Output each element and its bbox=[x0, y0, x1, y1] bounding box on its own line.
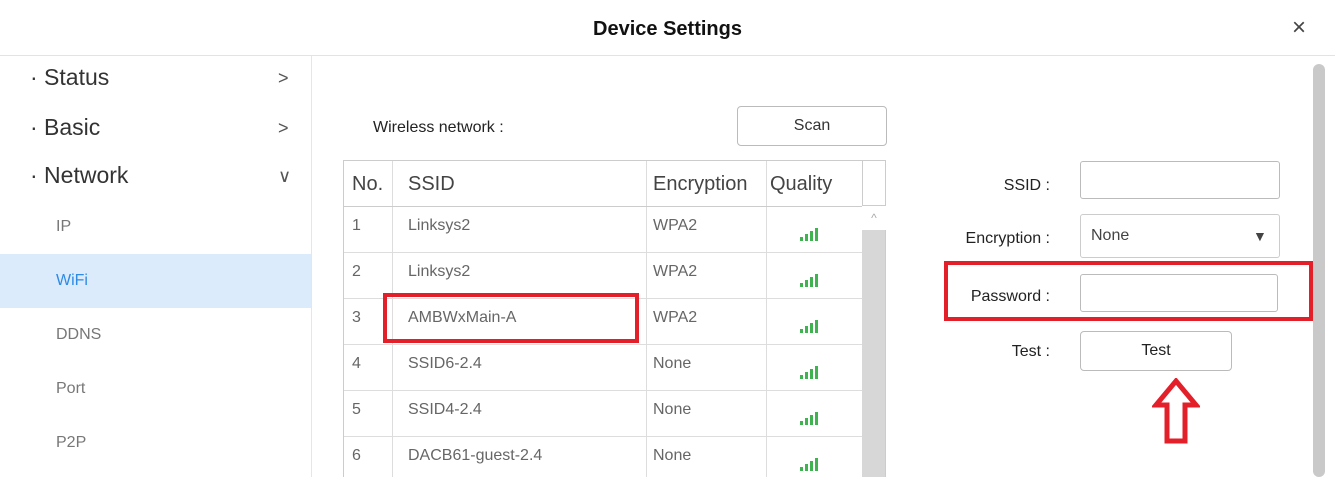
row-ssid: SSID6-2.4 bbox=[408, 355, 482, 372]
row-encryption: WPA2 bbox=[653, 263, 698, 280]
title-bar: Device Settings × bbox=[0, 0, 1335, 56]
highlight-box-password bbox=[944, 261, 1313, 321]
table-header-spacer bbox=[862, 160, 886, 206]
row-encryption: None bbox=[653, 401, 692, 418]
signal-strength-icon bbox=[800, 455, 822, 471]
ssid-input[interactable] bbox=[1080, 161, 1280, 199]
signal-strength-icon bbox=[800, 363, 822, 379]
test-label: Test : bbox=[1011, 343, 1050, 360]
row-encryption: WPA2 bbox=[653, 217, 698, 234]
sidebar-item-ip[interactable]: IP bbox=[0, 200, 311, 254]
sidebar-item-port[interactable]: Port bbox=[0, 362, 311, 416]
table-row[interactable]: 4 SSID6-2.4 None bbox=[344, 345, 862, 391]
row-encryption: None bbox=[653, 355, 692, 372]
scan-button[interactable]: Scan bbox=[737, 106, 887, 146]
row-encryption: None bbox=[653, 447, 692, 464]
encryption-label: Encryption : bbox=[965, 230, 1050, 247]
table-header: No. SSID Encryption Quality bbox=[344, 161, 862, 207]
row-number: 6 bbox=[352, 447, 361, 464]
table-scrollbar[interactable] bbox=[862, 206, 886, 477]
signal-strength-icon bbox=[800, 271, 822, 287]
sidebar-menu-basic[interactable]: · Basic bbox=[30, 114, 100, 141]
table-row[interactable]: 5 SSID4-2.4 None bbox=[344, 391, 862, 437]
ssid-label: SSID : bbox=[1003, 177, 1050, 194]
dialog-title: Device Settings bbox=[593, 18, 742, 40]
row-number: 5 bbox=[352, 401, 361, 418]
row-ssid: DACB61-guest-2.4 bbox=[408, 447, 543, 464]
sidebar-item-ddns[interactable]: DDNS bbox=[0, 308, 311, 362]
sidebar: · Status > · Basic > · Network ∨ IP WiFi… bbox=[0, 56, 312, 477]
close-icon[interactable]: × bbox=[1292, 16, 1306, 40]
signal-strength-icon bbox=[800, 409, 822, 425]
row-ssid: Linksys2 bbox=[408, 217, 471, 234]
signal-strength-icon bbox=[800, 225, 822, 241]
encryption-selected-value: None bbox=[1091, 227, 1130, 244]
table-row[interactable]: 6 DACB61-guest-2.4 None bbox=[344, 437, 862, 477]
highlight-box-ssid bbox=[383, 293, 639, 343]
column-header-no: No. bbox=[352, 173, 384, 195]
row-number: 1 bbox=[352, 217, 361, 234]
test-button[interactable]: Test bbox=[1080, 331, 1232, 371]
chevron-right-icon: > bbox=[278, 118, 289, 138]
up-arrow-icon bbox=[1152, 378, 1200, 444]
table-row[interactable]: 1 Linksys2 WPA2 bbox=[344, 207, 862, 253]
wireless-network-label: Wireless network : bbox=[373, 119, 504, 136]
sidebar-menu-network[interactable]: · Network bbox=[30, 162, 128, 189]
dropdown-arrow-icon: ▼ bbox=[1253, 228, 1267, 244]
chevron-right-icon: > bbox=[278, 68, 289, 88]
row-ssid: Linksys2 bbox=[408, 263, 471, 280]
row-number: 4 bbox=[352, 355, 361, 372]
sidebar-menu-status[interactable]: · Status bbox=[30, 64, 109, 91]
scroll-up-icon[interactable]: ^ bbox=[862, 206, 886, 230]
row-number: 2 bbox=[352, 263, 361, 280]
row-number: 3 bbox=[352, 309, 361, 326]
signal-strength-icon bbox=[800, 317, 822, 333]
encryption-select[interactable]: None ▼ bbox=[1080, 214, 1280, 258]
column-header-ssid: SSID bbox=[408, 173, 455, 195]
column-header-quality: Quality bbox=[770, 173, 833, 195]
dialog-scrollbar[interactable] bbox=[1313, 64, 1325, 477]
chevron-down-icon: ∨ bbox=[278, 166, 292, 186]
row-encryption: WPA2 bbox=[653, 309, 698, 326]
sidebar-item-wifi[interactable]: WiFi bbox=[0, 254, 311, 308]
sidebar-item-p2p[interactable]: P2P bbox=[0, 416, 311, 470]
column-header-encryption: Encryption bbox=[653, 173, 748, 195]
row-ssid: SSID4-2.4 bbox=[408, 401, 482, 418]
